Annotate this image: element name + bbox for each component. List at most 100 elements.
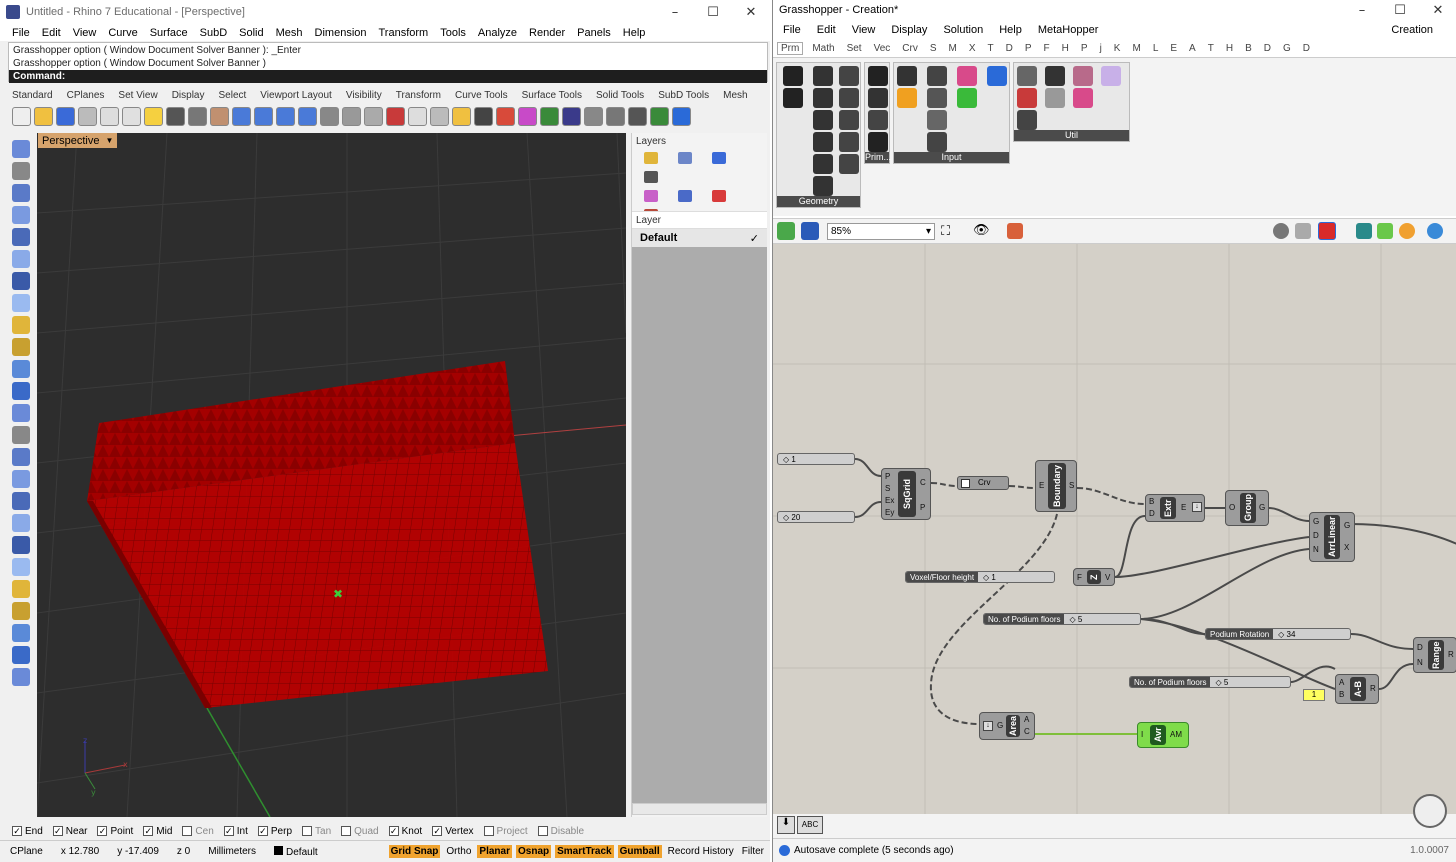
toggle-filter[interactable]: Filter: [740, 845, 766, 858]
tab-solid-tools[interactable]: Solid Tools: [596, 90, 644, 101]
geometry-param-icon[interactable]: [813, 132, 833, 152]
gh-tab[interactable]: Set: [847, 43, 862, 54]
node-crv[interactable]: Crv: [957, 476, 1009, 490]
input-pin[interactable]: P: [885, 472, 890, 481]
tab-transform[interactable]: Transform: [396, 90, 441, 101]
gh-tab[interactable]: D: [1006, 43, 1013, 54]
eye-icon[interactable]: [1017, 66, 1037, 86]
output-pin[interactable]: V: [1105, 573, 1110, 582]
osnap-int[interactable]: ✓ Int: [223, 826, 248, 837]
rotate-view-icon[interactable]: [210, 106, 229, 126]
value-list-icon[interactable]: [927, 110, 947, 130]
panel-one[interactable]: 1: [1303, 689, 1325, 701]
viewport-layout-icon[interactable]: [320, 106, 339, 126]
render-icon[interactable]: [540, 106, 559, 126]
folder-icon[interactable]: [644, 152, 658, 164]
slider-floor-height[interactable]: Voxel/Floor height ◇ 1: [905, 571, 1055, 583]
input-pin[interactable]: N: [1417, 658, 1423, 667]
command-prompt[interactable]: Command:: [9, 70, 767, 83]
zoom-extents-icon[interactable]: ⛶: [941, 223, 950, 239]
point-icon[interactable]: [12, 162, 30, 180]
menu-solid[interactable]: Solid: [239, 27, 263, 39]
vector-param-icon[interactable]: [783, 88, 803, 108]
wireframe-icon[interactable]: [1295, 223, 1311, 239]
input-pin[interactable]: S: [885, 484, 890, 493]
gh-tab[interactable]: H: [1226, 43, 1233, 54]
preview-mode-icon[interactable]: [1273, 223, 1289, 239]
gh-document-name[interactable]: Creation: [1391, 24, 1433, 36]
minimize-icon[interactable]: –: [1343, 3, 1381, 18]
open-file-icon[interactable]: [34, 106, 53, 126]
cluster-icon[interactable]: [1073, 66, 1093, 86]
array-icon[interactable]: [12, 580, 30, 598]
osnap-near[interactable]: ✓ Near: [52, 826, 87, 837]
shaded-preview-icon[interactable]: [1318, 222, 1336, 240]
group-label[interactable]: Input: [894, 152, 1009, 163]
tab-mesh-tools[interactable]: Mesh: [723, 90, 747, 101]
maximize-icon[interactable]: ☐: [694, 5, 732, 20]
gh-tab[interactable]: D: [1303, 43, 1310, 54]
gh-tab[interactable]: Math: [812, 43, 834, 54]
help-icon[interactable]: [672, 106, 691, 126]
osnap-project[interactable]: Project: [483, 826, 528, 837]
osnap-quad[interactable]: Quad: [341, 826, 379, 837]
output-pin[interactable]: AM: [1170, 730, 1182, 739]
close-icon[interactable]: ✕: [1419, 3, 1456, 18]
node-subtraction[interactable]: A-B A B R: [1335, 674, 1379, 704]
save-icon[interactable]: [56, 106, 75, 126]
download-icon[interactable]: ⬇: [777, 816, 795, 834]
tab-select[interactable]: Select: [219, 90, 247, 101]
select-icon[interactable]: [12, 140, 30, 158]
spellcheck-icon[interactable]: ABC: [797, 816, 823, 834]
curve-param-icon[interactable]: [813, 110, 833, 130]
lock-icon[interactable]: [474, 106, 493, 126]
menu-surface[interactable]: Surface: [150, 27, 188, 39]
shield-icon[interactable]: [712, 190, 726, 202]
gumball-center-icon[interactable]: ✖: [333, 587, 343, 601]
gh-tab[interactable]: D: [1264, 43, 1271, 54]
sphere-icon[interactable]: [12, 426, 30, 444]
tab-subd-tools[interactable]: SubD Tools: [658, 90, 709, 101]
gh-tab[interactable]: H: [1062, 43, 1069, 54]
properties-icon[interactable]: [678, 152, 692, 164]
save-param-icon[interactable]: [987, 66, 1007, 86]
expand-icon[interactable]: [12, 668, 30, 686]
gh-tab[interactable]: M: [1132, 43, 1140, 54]
toggle-record-history[interactable]: Record History: [666, 845, 736, 858]
circle-param-icon[interactable]: [813, 66, 833, 86]
curve-icon[interactable]: [12, 206, 30, 224]
node-sqgrid[interactable]: SqGrid P S Ex Ey C P: [881, 468, 931, 520]
menu-mesh[interactable]: Mesh: [276, 27, 303, 39]
gear-icon[interactable]: [584, 106, 603, 126]
sketch-icon[interactable]: [1007, 223, 1023, 239]
print-icon[interactable]: [78, 106, 97, 126]
layer-row-default[interactable]: Default ✓: [632, 229, 767, 247]
output-pin[interactable]: R: [1448, 650, 1454, 659]
ellipse-icon[interactable]: [12, 250, 30, 268]
block-icon[interactable]: [12, 646, 30, 664]
output-pin[interactable]: P: [920, 503, 925, 512]
output-pin[interactable]: E: [1181, 503, 1186, 512]
color-wheel-icon[interactable]: [518, 106, 537, 126]
gh-menu-help[interactable]: Help: [999, 24, 1022, 36]
output-pin[interactable]: C: [920, 478, 926, 487]
camera-icon[interactable]: [364, 106, 383, 126]
toggle-osnap[interactable]: Osnap: [516, 845, 552, 858]
toggle-grid-snap[interactable]: Grid Snap: [388, 845, 441, 858]
input-pin[interactable]: D: [1313, 531, 1319, 540]
graph-mapper-icon[interactable]: [897, 88, 917, 108]
input-pin[interactable]: Ey: [885, 508, 894, 517]
layer-color-icon[interactable]: [496, 106, 515, 126]
distance-icon[interactable]: [408, 106, 427, 126]
tab-set-view[interactable]: Set View: [118, 90, 157, 101]
input-pin[interactable]: D: [1149, 509, 1155, 518]
tab-cplanes[interactable]: CPlanes: [67, 90, 105, 101]
text-icon[interactable]: [12, 602, 30, 620]
osnap-tan[interactable]: Tan: [302, 826, 331, 837]
menu-tools[interactable]: Tools: [440, 27, 466, 39]
field-param-icon[interactable]: [839, 132, 859, 152]
gh-tab[interactable]: A: [1189, 43, 1196, 54]
cplane-label[interactable]: CPlane: [10, 846, 43, 857]
input-pin[interactable]: G: [1313, 517, 1319, 526]
output-pin[interactable]: R: [1370, 684, 1376, 693]
